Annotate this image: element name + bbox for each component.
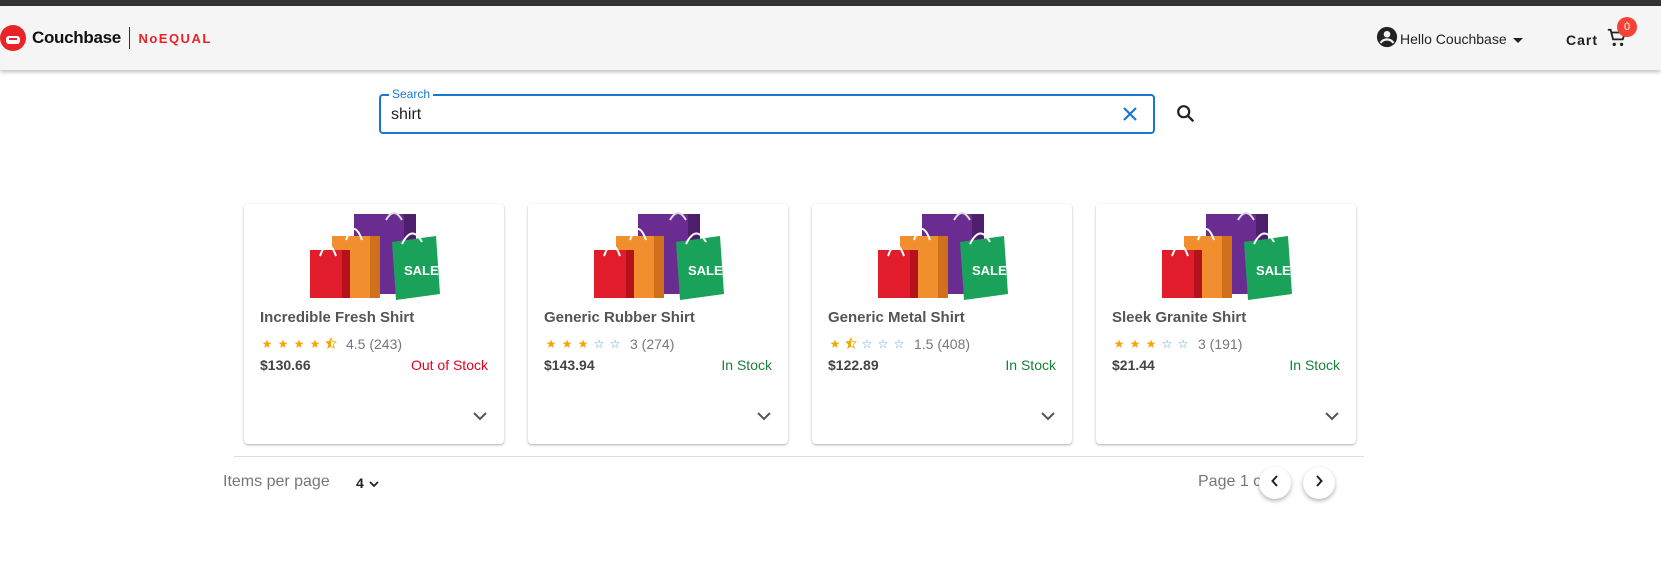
shopping-bags-image: SALE	[594, 212, 724, 300]
brand-name: Couchbase	[32, 28, 121, 47]
product-price: $21.44	[1112, 357, 1155, 373]
user-greeting: Hello Couchbase	[1400, 30, 1507, 47]
logo-divider	[128, 27, 131, 49]
stock-status: Out of Stock	[410, 357, 488, 373]
star-filled-icon: ★	[829, 336, 841, 351]
search-label: Search	[389, 87, 434, 101]
star-filled-icon: ★	[545, 337, 557, 351]
user-menu-button[interactable]: Hello Couchbase	[1376, 26, 1523, 51]
star-filled-icon: ★	[293, 336, 305, 351]
search-field: Search	[379, 87, 1155, 134]
expand-more-icon[interactable]	[472, 408, 488, 426]
star-half-icon	[324, 336, 338, 352]
product-card[interactable]: SALE Generic Metal Shirt ★ ☆ ☆ ☆ 1.5 (408) …	[812, 204, 1072, 444]
shopping-bags-image: SALE	[310, 212, 440, 300]
chevron-left-icon	[1271, 474, 1279, 492]
star-filled-icon: ★	[577, 337, 589, 351]
expand-more-icon[interactable]	[756, 408, 772, 426]
svg-text:SALE: SALE	[404, 263, 439, 278]
shopping-bags-image: SALE	[1162, 212, 1292, 300]
shopping-cart-icon	[1606, 28, 1628, 52]
rating-text: 3 (191)	[1198, 336, 1243, 352]
svg-text:SALE: SALE	[1256, 263, 1291, 278]
cart-label: Cart	[1566, 31, 1599, 48]
chevron-right-icon	[1315, 474, 1323, 492]
cart-button[interactable]: Cart 0	[1566, 17, 1638, 52]
stock-status: In Stock	[1005, 357, 1056, 373]
account-circle-icon	[1376, 26, 1398, 51]
star-empty-icon: ☆	[877, 336, 889, 351]
star-filled-icon: ★	[1113, 337, 1125, 351]
star-filled-icon: ★	[1145, 337, 1157, 351]
product-rating: ★ ★ ★ ☆ ☆ 3 (274)	[544, 336, 675, 352]
product-name[interactable]: Incredible Fresh Shirt	[260, 309, 414, 326]
star-empty-icon: ☆	[593, 337, 605, 351]
stock-status: In Stock	[1289, 357, 1340, 373]
search-input[interactable]	[391, 102, 1091, 128]
caret-down-icon	[1512, 31, 1523, 47]
star-half-icon	[844, 336, 858, 352]
star-filled-icon: ★	[309, 336, 321, 351]
rating-text: 4.5 (243)	[346, 336, 403, 352]
next-page-button[interactable]	[1303, 467, 1335, 499]
star-filled-icon: ★	[261, 336, 273, 351]
rating-stars: ★ ★ ★ ★	[260, 337, 346, 352]
product-name[interactable]: Sleek Granite Shirt	[1112, 309, 1246, 326]
star-empty-icon: ☆	[609, 337, 621, 351]
items-per-page-value: 4	[356, 475, 364, 491]
pagination-divider	[234, 456, 1364, 457]
svg-text:SALE: SALE	[688, 263, 723, 278]
cart-count-badge: 0	[1617, 17, 1638, 37]
product-price: $122.89	[828, 357, 879, 373]
rating-stars: ★ ★ ★ ☆ ☆	[544, 337, 630, 351]
rating-stars: ★ ★ ★ ☆ ☆	[1112, 337, 1198, 351]
product-card[interactable]: SALE Sleek Granite Shirt ★ ★ ★ ☆ ☆ 3 (191) $…	[1096, 204, 1356, 444]
previous-page-button[interactable]	[1259, 467, 1291, 499]
expand-more-icon[interactable]	[1324, 408, 1340, 426]
svg-text:SALE: SALE	[972, 263, 1007, 278]
star-empty-icon: ☆	[1177, 337, 1189, 351]
chevron-down-icon	[369, 475, 379, 491]
star-empty-icon: ☆	[1161, 337, 1173, 351]
search-icon[interactable]	[1175, 103, 1197, 130]
star-filled-icon: ★	[1129, 337, 1141, 351]
product-card[interactable]: SALE Generic Rubber Shirt ★ ★ ★ ☆ ☆ 3 (274) …	[528, 204, 788, 444]
rating-text: 3 (274)	[630, 336, 675, 352]
product-name[interactable]: Generic Rubber Shirt	[544, 309, 695, 326]
stock-status: In Stock	[721, 357, 772, 373]
clear-search-icon[interactable]	[1120, 104, 1140, 129]
rating-stars: ★ ☆ ☆ ☆	[828, 337, 914, 352]
app-header: Couchbase NoEQUAL Hello Couchbase Cart 0	[0, 6, 1661, 70]
product-card[interactable]: SALE Incredible Fresh Shirt ★ ★ ★ ★ 4.5 (24…	[244, 204, 504, 444]
couchbase-logo[interactable]: Couchbase NoEQUAL	[0, 25, 212, 51]
star-empty-icon: ☆	[861, 336, 873, 351]
sub-brand-name: NoEQUAL	[138, 30, 212, 46]
star-filled-icon: ★	[561, 337, 573, 351]
items-per-page-select[interactable]: 4	[356, 475, 379, 491]
items-per-page-label: Items per page	[223, 473, 330, 490]
product-rating: ★ ★ ★ ★ 4.5 (243)	[260, 336, 402, 352]
star-filled-icon: ★	[277, 336, 289, 351]
couchbase-logo-icon	[0, 25, 26, 51]
expand-more-icon[interactable]	[1040, 408, 1056, 426]
shopping-bags-image: SALE	[878, 212, 1008, 300]
rating-text: 1.5 (408)	[914, 336, 971, 352]
product-rating: ★ ★ ★ ☆ ☆ 3 (191)	[1112, 336, 1243, 352]
product-price: $143.94	[544, 357, 595, 373]
product-price: $130.66	[260, 357, 311, 373]
star-empty-icon: ☆	[893, 336, 905, 351]
product-rating: ★ ☆ ☆ ☆ 1.5 (408)	[828, 336, 970, 352]
product-name[interactable]: Generic Metal Shirt	[828, 309, 965, 326]
